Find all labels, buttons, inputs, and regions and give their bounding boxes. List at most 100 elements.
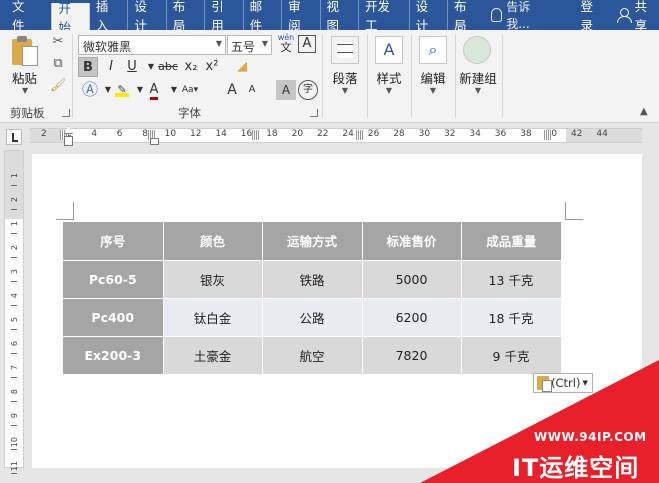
- format-painter-icon[interactable]: 🖌: [50, 78, 67, 94]
- table-cell[interactable]: 13 千克: [461, 259, 562, 298]
- column-header[interactable]: 标准售价: [362, 222, 462, 260]
- tab-mailings[interactable]: 邮件: [242, 0, 281, 33]
- table-cell[interactable]: 公路: [262, 297, 363, 336]
- table-cell[interactable]: 钛白金: [163, 297, 263, 336]
- table-cell[interactable]: Pc60-5: [63, 259, 164, 298]
- ruler-column-marker[interactable]: [356, 130, 364, 140]
- clear-formatting-icon[interactable]: ◢: [232, 57, 252, 77]
- vertical-ruler-tick-label: 4: [10, 293, 19, 299]
- person-add-icon: [616, 8, 632, 23]
- horizontal-ruler[interactable]: 2246810121416182022242628303234363840424…: [0, 124, 659, 146]
- vertical-ruler-mark: [11, 473, 17, 474]
- tab-design[interactable]: 设计: [127, 0, 165, 33]
- ruler-tick-label: 34: [469, 129, 481, 139]
- vertical-ruler-mark: [11, 257, 17, 258]
- paste-button-label[interactable]: 粘贴: [12, 68, 37, 87]
- hanging-indent-marker[interactable]: [150, 138, 159, 145]
- ruler-tick-label: 14: [215, 129, 227, 139]
- tab-file[interactable]: 文件: [0, 0, 51, 33]
- phonetic-guide-button[interactable]: wén 文: [276, 33, 296, 55]
- tab-table-design[interactable]: 设计: [408, 0, 447, 33]
- ribbon-tab-bar: 文件 开始 插入 设计 布局 引用 邮件 审阅 视图 开发工 设计 布局 告诉我…: [0, 0, 659, 35]
- tab-review[interactable]: 审阅: [281, 0, 319, 33]
- column-header[interactable]: 序号: [63, 222, 164, 260]
- table-cell[interactable]: 银灰: [163, 259, 263, 298]
- vertical-ruler-tick-label: 8: [10, 389, 19, 395]
- column-header[interactable]: 运输方式: [262, 222, 363, 260]
- tab-home[interactable]: 开始: [51, 1, 90, 35]
- copy-icon[interactable]: ⧉: [50, 56, 66, 72]
- strikethrough-button[interactable]: abc: [156, 57, 180, 77]
- vertical-ruler[interactable]: 12123456789101112: [4, 150, 24, 474]
- table-cell[interactable]: 铁路: [262, 259, 363, 298]
- vertical-ruler-tick-label: 9: [10, 413, 19, 419]
- tab-references[interactable]: 引用: [204, 0, 242, 33]
- ruler-column-marker[interactable]: [544, 130, 552, 140]
- table-cell[interactable]: 土豪金: [163, 335, 263, 374]
- superscript-button[interactable]: x²: [202, 57, 222, 77]
- table-row: Pc400 钛白金 公路 6200 18 千克: [63, 297, 562, 336]
- paragraph-icon: [331, 36, 359, 64]
- vertical-ruler-mark: [11, 377, 17, 378]
- vertical-ruler-tick-label: 11: [10, 461, 19, 472]
- tell-me-box[interactable]: 告诉我...: [491, 0, 552, 31]
- ruler-tick-label: 44: [596, 129, 608, 139]
- styles-button[interactable]: A 样式 ▼: [367, 34, 411, 108]
- ruler-column-marker[interactable]: [252, 130, 260, 140]
- ruler-tick-label: 28: [393, 129, 405, 139]
- table-header-row: 序号 颜色 运输方式 标准售价 成品重量: [63, 222, 561, 260]
- vertical-ruler-tick-label: 5: [10, 317, 19, 323]
- product-table[interactable]: 序号 颜色 运输方式 标准售价 成品重量 Pc60-5 银灰 铁路 5000 1…: [63, 222, 562, 374]
- font-launcher-icon[interactable]: [310, 109, 318, 117]
- font-color-button[interactable]: A: [144, 80, 164, 100]
- tab-layout[interactable]: 布局: [165, 0, 204, 33]
- underline-button[interactable]: U: [122, 57, 142, 77]
- tab-table-layout[interactable]: 布局: [447, 0, 485, 33]
- vertical-ruler-tick-label: 2: [10, 197, 19, 203]
- watermark-url: WWW.94IP.COM: [534, 430, 647, 444]
- share-button[interactable]: 共享: [616, 0, 659, 33]
- font-size-select[interactable]: 五号 ▼: [227, 35, 272, 55]
- tab-insert[interactable]: 插入: [90, 0, 127, 33]
- vertical-ruler-tick-label: 1: [10, 173, 19, 179]
- paste-icon[interactable]: [12, 36, 38, 66]
- bold-button[interactable]: B: [78, 57, 98, 77]
- enclose-characters-button[interactable]: 字: [298, 80, 318, 100]
- table-cell[interactable]: 6200: [362, 297, 462, 336]
- login-button[interactable]: 登录: [580, 0, 604, 33]
- new-group-button[interactable]: 新建组 ▼: [455, 34, 501, 108]
- paste-dropdown-icon[interactable]: ▼: [22, 86, 28, 95]
- subscript-button[interactable]: x₂: [181, 57, 201, 77]
- tab-selector-icon[interactable]: [6, 129, 22, 145]
- highlight-color-button[interactable]: ✎: [112, 80, 132, 100]
- vertical-ruler-tick-label: 7: [10, 365, 19, 371]
- tab-view[interactable]: 视图: [319, 0, 358, 33]
- grow-font-button[interactable]: A: [222, 80, 242, 100]
- paragraph-button[interactable]: 段落 ▼: [323, 34, 367, 108]
- watermark-logo: WWW.94IP.COM IT运维空间: [420, 360, 659, 483]
- character-border-button[interactable]: A: [298, 35, 316, 53]
- table-cell[interactable]: Ex200-3: [63, 335, 164, 374]
- column-header[interactable]: 成品重量: [461, 222, 561, 260]
- text-effects-icon[interactable]: Ⓐ: [80, 80, 100, 100]
- table-cell[interactable]: 18 千克: [461, 297, 562, 336]
- collapse-ribbon-icon[interactable]: ▲: [640, 106, 648, 117]
- ruler-tick-label: 20: [291, 129, 304, 139]
- change-case-icon[interactable]: Aa▾: [180, 80, 200, 100]
- clipboard-launcher-icon[interactable]: [62, 109, 70, 117]
- font-name-select[interactable]: 微软雅黑 ▼: [78, 35, 226, 55]
- table-cell[interactable]: 5000: [362, 259, 462, 298]
- tab-developer[interactable]: 开发工: [357, 0, 409, 33]
- cut-icon[interactable]: ✂: [50, 34, 66, 50]
- table-cell[interactable]: 航空: [262, 335, 363, 374]
- column-header[interactable]: 颜色: [163, 222, 263, 260]
- editing-button[interactable]: ⌕ 编辑 ▼: [411, 34, 455, 108]
- shrink-font-button[interactable]: A: [242, 80, 262, 100]
- table-cell[interactable]: Pc400: [63, 297, 164, 336]
- font-color-glyph: A: [149, 83, 159, 100]
- ruler-tick-label: 30: [418, 129, 431, 139]
- vertical-ruler-mark: [11, 281, 17, 282]
- left-indent-marker[interactable]: [64, 136, 73, 146]
- character-shading-button[interactable]: A: [276, 80, 296, 100]
- italic-button[interactable]: I: [101, 57, 121, 77]
